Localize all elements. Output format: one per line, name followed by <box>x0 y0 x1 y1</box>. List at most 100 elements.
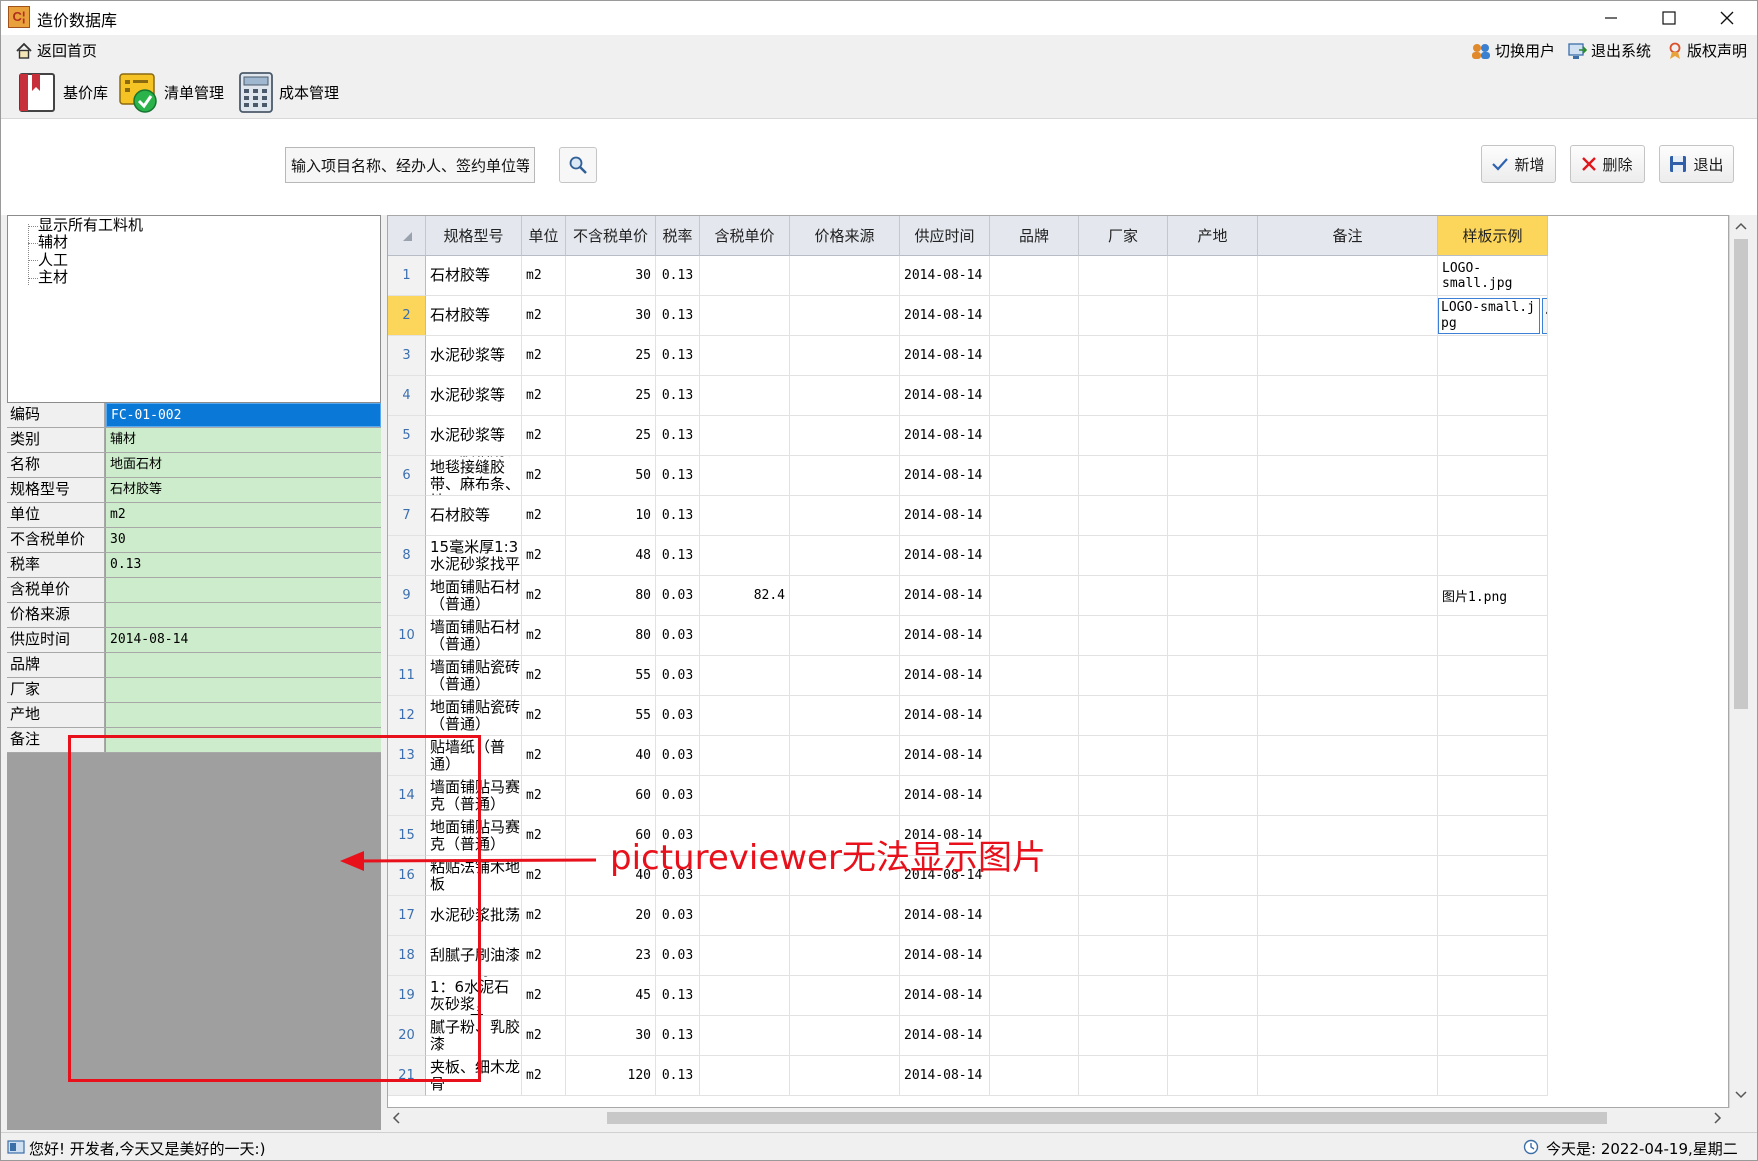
cell-price[interactable]: 80 <box>566 576 656 616</box>
row-number[interactable]: 10 <box>388 616 426 656</box>
cell-sample[interactable] <box>1438 896 1548 936</box>
cell-sample[interactable] <box>1438 816 1548 856</box>
cell-empty[interactable] <box>790 456 900 496</box>
cell-date[interactable]: 2014-08-14 <box>900 936 990 976</box>
cell-unit[interactable]: m2 <box>522 376 566 416</box>
column-header[interactable]: 不含税单价 <box>566 216 656 256</box>
cell-empty[interactable] <box>1258 856 1438 896</box>
minimize-button[interactable] <box>1582 1 1640 35</box>
cell-empty[interactable] <box>1079 376 1168 416</box>
cell-tax[interactable]: 0.13 <box>656 296 700 336</box>
cell-empty[interactable] <box>790 776 900 816</box>
cell-empty[interactable] <box>990 456 1079 496</box>
cell-empty[interactable] <box>990 536 1079 576</box>
cell-spec[interactable]: 刮腻子刷油漆 <box>426 936 522 976</box>
cell-date[interactable]: 2014-08-14 <box>900 696 990 736</box>
cell-empty[interactable] <box>990 576 1079 616</box>
property-value[interactable] <box>106 678 381 702</box>
module-bill-button[interactable]: 清单管理 <box>118 70 224 114</box>
property-value[interactable]: 地面石材 <box>106 453 381 477</box>
cell-price[interactable]: 10 <box>566 496 656 536</box>
cell-empty[interactable] <box>790 336 900 376</box>
property-value[interactable] <box>106 728 381 752</box>
cell-unit[interactable]: m2 <box>522 416 566 456</box>
cell-empty[interactable] <box>790 536 900 576</box>
cell-unit[interactable]: m2 <box>522 536 566 576</box>
cell-empty[interactable] <box>1258 896 1438 936</box>
row-number[interactable]: 11 <box>388 656 426 696</box>
property-value[interactable]: m2 <box>106 503 381 527</box>
cell-taxed[interactable] <box>700 616 790 656</box>
cell-unit[interactable]: m2 <box>522 1056 566 1096</box>
cell-empty[interactable] <box>1079 656 1168 696</box>
cell-empty[interactable] <box>1258 736 1438 776</box>
cell-empty[interactable] <box>1168 896 1258 936</box>
cell-sample[interactable]: 图片1.png <box>1438 576 1548 616</box>
cell-taxed[interactable] <box>700 936 790 976</box>
cell-tax[interactable]: 0.03 <box>656 936 700 976</box>
cell-spec[interactable]: 水泥砂浆等 <box>426 416 522 456</box>
cell-date[interactable]: 2014-08-14 <box>900 776 990 816</box>
cell-date[interactable]: 2014-08-14 <box>900 976 990 1016</box>
cell-empty[interactable] <box>790 696 900 736</box>
cell-empty[interactable] <box>1079 536 1168 576</box>
cell-empty[interactable] <box>1079 776 1168 816</box>
cell-taxed[interactable] <box>700 536 790 576</box>
row-number[interactable]: 6 <box>388 456 426 496</box>
cell-tax[interactable]: 0.13 <box>656 256 700 296</box>
home-link[interactable]: 返回首页 <box>15 40 97 61</box>
cell-date[interactable]: 2014-08-14 <box>900 896 990 936</box>
cell-sample[interactable] <box>1438 336 1548 376</box>
cell-tax[interactable]: 0.03 <box>656 736 700 776</box>
cell-tax[interactable]: 0.13 <box>656 1016 700 1056</box>
cell-price[interactable]: 25 <box>566 376 656 416</box>
cell-tax[interactable]: 0.03 <box>656 896 700 936</box>
cell-empty[interactable] <box>1079 576 1168 616</box>
cell-empty[interactable] <box>1168 656 1258 696</box>
cell-price[interactable]: 120 <box>566 1056 656 1096</box>
cell-empty[interactable] <box>990 496 1079 536</box>
cell-price[interactable]: 60 <box>566 776 656 816</box>
switch-user-link[interactable]: 切换用户 <box>1471 40 1555 61</box>
property-value[interactable]: 辅材 <box>106 428 381 452</box>
cell-tax[interactable]: 0.03 <box>656 616 700 656</box>
cell-spec[interactable]: 水泥砂浆等 <box>426 376 522 416</box>
cell-taxed[interactable]: 82.4 <box>700 576 790 616</box>
row-number[interactable]: 1 <box>388 256 426 296</box>
cell-sample[interactable] <box>1438 736 1548 776</box>
cell-empty[interactable] <box>1168 856 1258 896</box>
property-value[interactable]: 石材胶等 <box>106 478 381 502</box>
cell-empty[interactable] <box>990 616 1079 656</box>
cell-empty[interactable] <box>790 936 900 976</box>
cell-empty[interactable] <box>990 976 1079 1016</box>
cell-empty[interactable] <box>1258 776 1438 816</box>
cell-tax[interactable]: 0.13 <box>656 416 700 456</box>
cell-sample[interactable] <box>1438 536 1548 576</box>
search-button[interactable] <box>559 147 597 183</box>
cell-empty[interactable] <box>1168 1056 1258 1096</box>
cell-date[interactable]: 2014-08-14 <box>900 1016 990 1056</box>
cell-spec[interactable]: 15mm厚1：1：6水泥石灰砂浆，5mm厚1: <box>426 976 522 1016</box>
column-header[interactable]: 产地 <box>1168 216 1258 256</box>
row-number[interactable]: 21 <box>388 1056 426 1096</box>
cell-empty[interactable] <box>790 376 900 416</box>
cell-empty[interactable] <box>1168 496 1258 536</box>
cell-sample[interactable] <box>1438 776 1548 816</box>
cell-empty[interactable] <box>1258 976 1438 1016</box>
cell-empty[interactable] <box>1079 1016 1168 1056</box>
cell-empty[interactable] <box>1258 616 1438 656</box>
cell-empty[interactable] <box>1079 256 1168 296</box>
cell-taxed[interactable] <box>700 976 790 1016</box>
cell-sample[interactable] <box>1438 1056 1548 1096</box>
cell-spec[interactable]: 墙面铺贴瓷砖（普通） <box>426 656 522 696</box>
cell-price[interactable]: 30 <box>566 296 656 336</box>
cell-taxed[interactable] <box>700 296 790 336</box>
cell-tax[interactable]: 0.13 <box>656 976 700 1016</box>
cell-price[interactable]: 55 <box>566 656 656 696</box>
row-number[interactable]: 12 <box>388 696 426 736</box>
cell-date[interactable]: 2014-08-14 <box>900 656 990 696</box>
row-number[interactable]: 2 <box>388 296 426 336</box>
cell-unit[interactable]: m2 <box>522 896 566 936</box>
cell-date[interactable]: 2014-08-14 <box>900 1056 990 1096</box>
cell-spec[interactable]: 地面铺贴石材（普通） <box>426 576 522 616</box>
